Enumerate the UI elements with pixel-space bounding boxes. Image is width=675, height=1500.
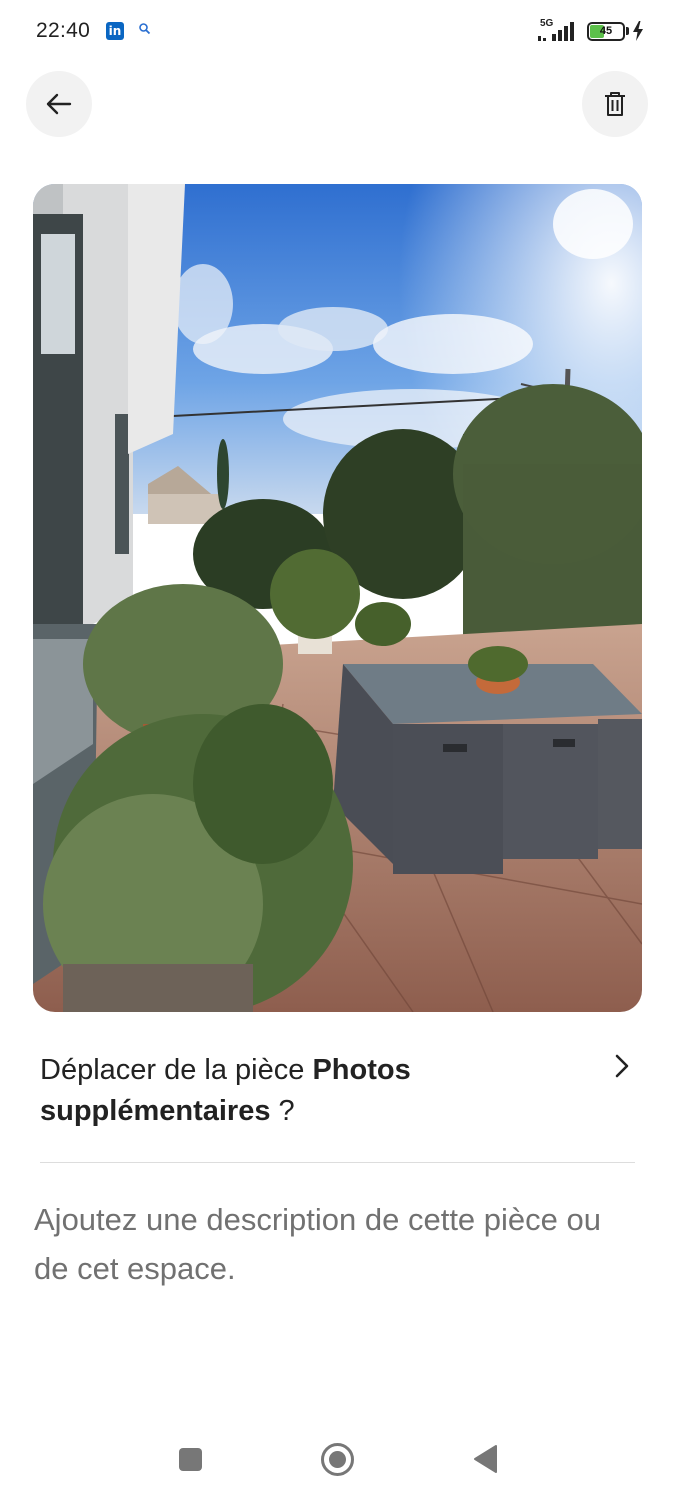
trash-icon: [605, 92, 625, 116]
delete-button[interactable]: [582, 71, 648, 137]
recent-apps-button[interactable]: [179, 1448, 202, 1471]
battery-icon: 45: [587, 22, 625, 41]
signal-icon: [538, 22, 574, 41]
battery-percent: 45: [599, 25, 613, 37]
nav-back-button[interactable]: [472, 1444, 498, 1474]
description-field[interactable]: Ajoutez une description de cette pièce o…: [34, 1195, 634, 1293]
arrow-left-icon: [46, 93, 72, 115]
move-room-label: Déplacer de la pièce Photos supplémentai…: [40, 1050, 580, 1132]
battery-cap: [626, 27, 629, 35]
move-room-prefix: Déplacer de la pièce: [40, 1054, 313, 1086]
status-time: 22:40: [36, 19, 91, 42]
home-button[interactable]: [320, 1442, 355, 1477]
search-icon: [139, 23, 151, 35]
room-photo[interactable]: [33, 184, 642, 1012]
back-button[interactable]: [26, 71, 92, 137]
chevron-right-icon: [615, 1054, 629, 1078]
linkedin-icon: in: [106, 22, 124, 40]
charging-bolt-icon: [633, 21, 643, 41]
divider: [40, 1162, 635, 1163]
move-room-row[interactable]: Déplacer de la pièce Photos supplémentai…: [40, 1050, 635, 1132]
move-room-suffix: ?: [270, 1095, 295, 1127]
status-bar: 22:40 in 5G 45: [0, 0, 675, 62]
terrace-photo-illustration: [33, 184, 642, 1012]
